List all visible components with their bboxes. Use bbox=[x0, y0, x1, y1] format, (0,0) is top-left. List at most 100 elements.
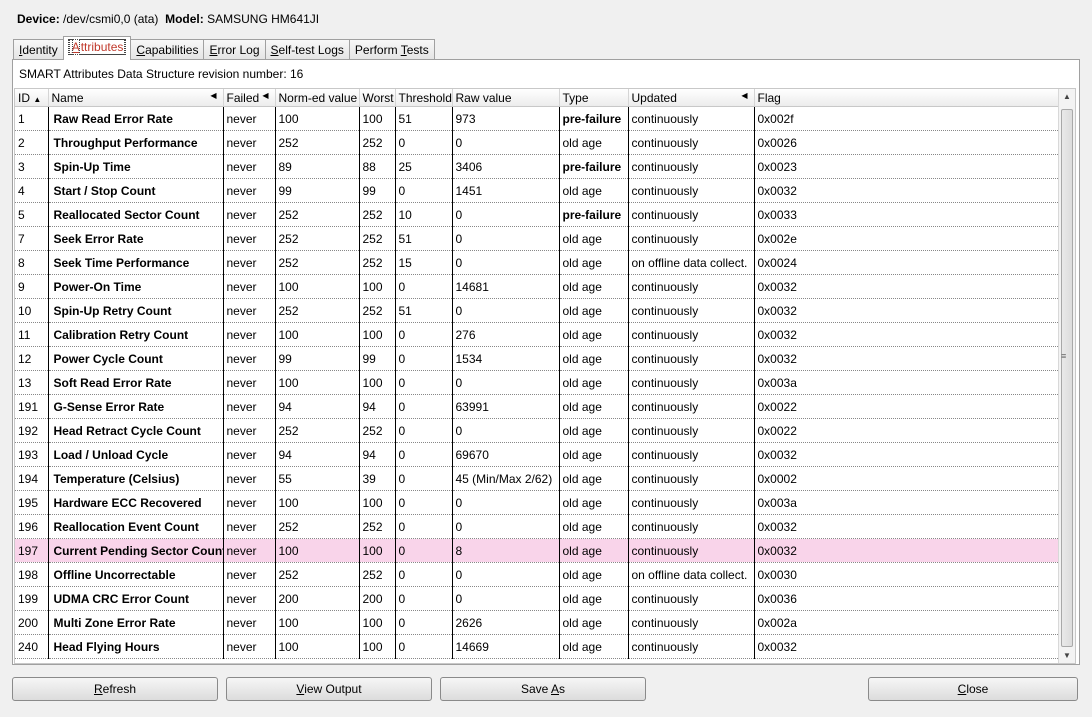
cell-flag: 0x002a bbox=[754, 610, 1059, 635]
table-row[interactable]: 12 Power Cycle Count never 99 99 0 1534 old age… bbox=[15, 346, 1059, 371]
cell-raw-value: 3406 bbox=[452, 154, 560, 179]
column-header-updated[interactable]: Updated ◀ bbox=[628, 89, 755, 107]
table-row[interactable]: 195 Hardware ECC Recovered never 100 100 0 0 ol… bbox=[15, 490, 1059, 515]
cell-flag: 0x0032 bbox=[754, 442, 1059, 467]
cell-updated: continuously bbox=[628, 274, 755, 299]
column-header-worst[interactable]: Worst bbox=[359, 89, 396, 107]
table-row[interactable]: 240 Head Flying Hours never 100 100 0 14669 old… bbox=[15, 634, 1059, 659]
column-header-failed[interactable]: Failed ◀ bbox=[223, 89, 276, 107]
save-as-button[interactable]: Save As bbox=[440, 677, 646, 701]
scroll-up-icon[interactable]: ▲ bbox=[1063, 92, 1071, 101]
cell-threshold: 51 bbox=[395, 106, 453, 131]
cell-updated: continuously bbox=[628, 538, 755, 563]
table-row[interactable]: 193 Load / Unload Cycle never 94 94 0 69670 old… bbox=[15, 442, 1059, 467]
cell-type: old age bbox=[559, 610, 629, 635]
table-row[interactable]: 196 Reallocation Event Count never 252 252 0 0… bbox=[15, 514, 1059, 539]
cell-raw-value: 63991 bbox=[452, 394, 560, 419]
refresh-button[interactable]: Refresh bbox=[12, 677, 218, 701]
table-row[interactable]: 194 Temperature (Celsius) never 55 39 0 45 (Mi… bbox=[15, 466, 1059, 491]
cell-flag: 0x0022 bbox=[754, 394, 1059, 419]
cell-normed: 252 bbox=[275, 130, 360, 155]
table-row[interactable]: 198 Offline Uncorrectable never 252 252 0 0 old… bbox=[15, 562, 1059, 587]
attributes-panel: SMART Attributes Data Structure revision… bbox=[12, 59, 1080, 665]
cell-normed: 252 bbox=[275, 298, 360, 323]
cell-failed: never bbox=[223, 250, 276, 275]
cell-id: 7 bbox=[15, 226, 49, 251]
table-row[interactable]: 13 Soft Read Error Rate never 100 100 0 0 old a… bbox=[15, 370, 1059, 395]
cell-id: 13 bbox=[15, 370, 49, 395]
column-header-raw-value[interactable]: Raw value bbox=[452, 89, 560, 107]
cell-failed: never bbox=[223, 274, 276, 299]
cell-id: 10 bbox=[15, 298, 49, 323]
cell-failed: never bbox=[223, 346, 276, 371]
cell-worst: 252 bbox=[359, 130, 396, 155]
cell-name: Calibration Retry Count bbox=[48, 322, 224, 347]
cell-name: Power Cycle Count bbox=[48, 346, 224, 371]
tab-attributes[interactable]: Attributes bbox=[62, 36, 132, 60]
table-row[interactable]: 200 Multi Zone Error Rate never 100 100 0 2626… bbox=[15, 610, 1059, 635]
cell-type: old age bbox=[559, 274, 629, 299]
cell-updated: continuously bbox=[628, 346, 755, 371]
cell-updated: continuously bbox=[628, 226, 755, 251]
table-row[interactable]: 11 Calibration Retry Count never 100 100 0 276… bbox=[15, 322, 1059, 347]
table-row[interactable]: 191 G-Sense Error Rate never 94 94 0 63991 old … bbox=[15, 394, 1059, 419]
column-header-type[interactable]: Type bbox=[559, 89, 629, 107]
cell-updated: continuously bbox=[628, 154, 755, 179]
cell-updated: continuously bbox=[628, 586, 755, 611]
scroll-down-icon[interactable]: ▼ bbox=[1063, 651, 1071, 660]
table-row[interactable]: 8 Seek Time Performance never 252 252 15 0 old … bbox=[15, 250, 1059, 275]
column-header-id[interactable]: ID ▲ bbox=[15, 89, 49, 107]
tab-capabilities[interactable]: Capabilities bbox=[130, 39, 205, 60]
device-info: Device: /dev/csmi0,0 (ata) Model: SAMSUN… bbox=[17, 12, 319, 26]
table-row[interactable]: 9 Power-On Time never 100 100 0 14681 old age co… bbox=[15, 274, 1059, 299]
cell-normed: 252 bbox=[275, 418, 360, 443]
table-row[interactable]: 192 Head Retract Cycle Count never 252 252 0 0… bbox=[15, 418, 1059, 443]
cell-raw-value: 8 bbox=[452, 538, 560, 563]
cell-id: 4 bbox=[15, 178, 49, 203]
cell-worst: 252 bbox=[359, 562, 396, 587]
tab-self-test-logs[interactable]: Self-test Logs bbox=[264, 39, 350, 60]
cell-threshold: 0 bbox=[395, 634, 453, 659]
cell-type: old age bbox=[559, 442, 629, 467]
column-header-flag[interactable]: Flag bbox=[754, 89, 1059, 107]
cell-threshold: 0 bbox=[395, 586, 453, 611]
cell-normed: 100 bbox=[275, 490, 360, 515]
cell-failed: never bbox=[223, 322, 276, 347]
cell-failed: never bbox=[223, 634, 276, 659]
table-row[interactable]: 4 Start / Stop Count never 99 99 0 1451 old age… bbox=[15, 178, 1059, 203]
tab-identity[interactable]: Identity bbox=[13, 39, 64, 60]
cell-updated: continuously bbox=[628, 130, 755, 155]
column-header-normed[interactable]: Norm-ed value bbox=[275, 89, 360, 107]
cell-updated: continuously bbox=[628, 466, 755, 491]
scrollbar-thumb[interactable] bbox=[1061, 109, 1073, 647]
vertical-scrollbar[interactable]: ▲ ≡ ▼ bbox=[1058, 89, 1075, 663]
table-row[interactable]: 7 Seek Error Rate never 252 252 51 0 old age con… bbox=[15, 226, 1059, 251]
tab-perform-tests[interactable]: Perform Tests bbox=[348, 39, 435, 60]
table-row[interactable]: 10 Spin-Up Retry Count never 252 252 51 0 old a… bbox=[15, 298, 1059, 323]
column-header-name[interactable]: Name ◀ bbox=[48, 89, 224, 107]
table-row[interactable]: 3 Spin-Up Time never 89 88 25 3406 pre-failure c… bbox=[15, 154, 1059, 179]
cell-name: Spin-Up Retry Count bbox=[48, 298, 224, 323]
cell-flag: 0x0032 bbox=[754, 178, 1059, 203]
table-row[interactable]: 199 UDMA CRC Error Count never 200 200 0 0 old … bbox=[15, 586, 1059, 611]
table-row[interactable]: 197 Current Pending Sector Count never 100 1… bbox=[15, 538, 1059, 563]
close-button[interactable]: Close bbox=[868, 677, 1078, 701]
view-output-button[interactable]: View Output bbox=[226, 677, 432, 701]
cell-name: Hardware ECC Recovered bbox=[48, 490, 224, 515]
cell-worst: 94 bbox=[359, 394, 396, 419]
cell-failed: never bbox=[223, 178, 276, 203]
table-row[interactable]: 5 Reallocated Sector Count never 252 252 10 0 p… bbox=[15, 202, 1059, 227]
cell-raw-value: 14669 bbox=[452, 634, 560, 659]
cell-id: 3 bbox=[15, 154, 49, 179]
cell-failed: never bbox=[223, 154, 276, 179]
cell-raw-value: 0 bbox=[452, 202, 560, 227]
tab-error-log[interactable]: Error Log bbox=[203, 39, 266, 60]
cell-id: 200 bbox=[15, 610, 49, 635]
cell-id: 194 bbox=[15, 466, 49, 491]
cell-worst: 100 bbox=[359, 274, 396, 299]
column-header-threshold[interactable]: Threshold bbox=[395, 89, 453, 107]
table-row[interactable]: 1 Raw Read Error Rate never 100 100 51 973 pre-… bbox=[15, 106, 1059, 131]
table-row[interactable]: 2 Throughput Performance never 252 252 0 0 old … bbox=[15, 130, 1059, 155]
cell-flag: 0x0032 bbox=[754, 322, 1059, 347]
cell-raw-value: 0 bbox=[452, 562, 560, 587]
